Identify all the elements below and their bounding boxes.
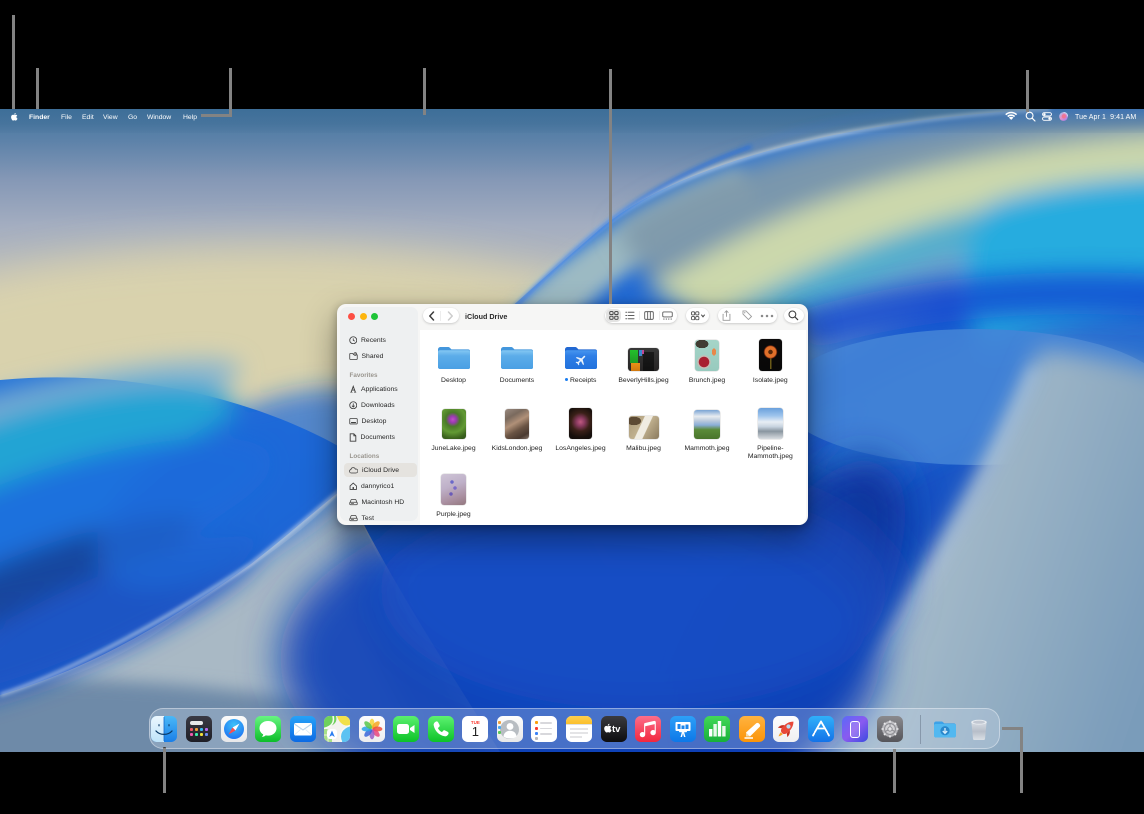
svg-text:tv: tv: [612, 724, 621, 735]
